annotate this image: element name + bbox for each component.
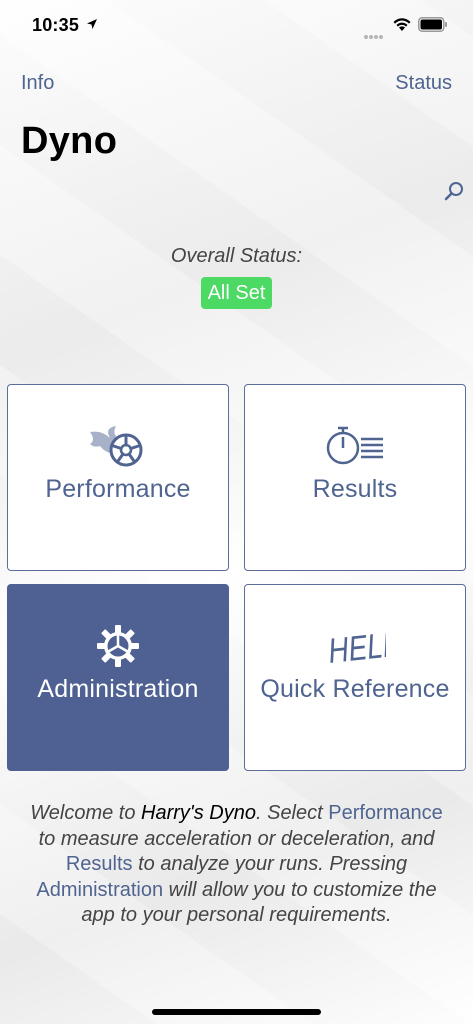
administration-tile[interactable]: Administration <box>7 584 229 771</box>
wifi-icon <box>393 18 411 31</box>
location-arrow-icon <box>87 19 97 29</box>
info-button[interactable]: Info <box>21 72 54 95</box>
status-time: 10:35 <box>32 15 80 35</box>
search-icon[interactable] <box>444 181 464 201</box>
results-link[interactable]: Results <box>66 853 133 875</box>
welcome-text-part: . Select <box>255 802 329 824</box>
performance-tile[interactable]: Performance <box>7 384 229 571</box>
administration-label: Administration <box>37 675 199 703</box>
results-label: Results <box>312 475 398 503</box>
overall-status-label: Overall Status: <box>170 245 303 267</box>
help-text-icon: HELP! <box>324 624 386 668</box>
wheel-flame-icon <box>88 425 148 467</box>
quick-reference-tile[interactable]: HELP! Quick Reference <box>244 584 466 771</box>
help-icon-text: HELP! <box>326 624 386 668</box>
welcome-text-part: Welcome to <box>30 802 142 824</box>
performance-link[interactable]: Performance <box>328 802 443 824</box>
quick-reference-label: Quick Reference <box>260 675 450 703</box>
cellular-signal-icon <box>364 26 384 44</box>
stopwatch-list-icon <box>325 425 385 467</box>
battery-icon <box>418 17 447 32</box>
gear-icon <box>97 625 139 667</box>
performance-label: Performance <box>45 475 191 503</box>
app-name: Harry's Dyno <box>141 802 256 824</box>
home-indicator[interactable] <box>152 1009 321 1015</box>
welcome-text-part: to measure acceleration or deceleration,… <box>38 827 435 850</box>
status-bar: 10:35 <box>0 0 473 50</box>
administration-link[interactable]: Administration <box>36 879 163 901</box>
welcome-text: Welcome to Harry's Dyno. Select Performa… <box>28 801 445 929</box>
page-title: Dyno <box>21 120 118 162</box>
results-tile[interactable]: Results <box>244 384 466 571</box>
status-button[interactable]: Status <box>395 72 452 95</box>
status-badge: All Set <box>201 277 272 309</box>
welcome-text-part: to analyze your runs. Pressing <box>132 853 408 875</box>
